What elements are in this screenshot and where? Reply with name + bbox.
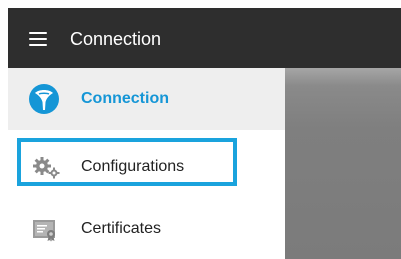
navigation-drawer: Connection Configurations Certificates bbox=[8, 68, 285, 259]
app-bar: Connection bbox=[8, 8, 401, 68]
connection-logo-icon bbox=[29, 84, 59, 114]
content-scrim[interactable] bbox=[285, 68, 401, 259]
app-bar-title: Connection bbox=[70, 29, 162, 49]
drawer-item-label: Connection bbox=[81, 90, 169, 107]
app-window: Connection Connection Configurations Cer… bbox=[8, 8, 401, 259]
drawer-item-label: Certificates bbox=[81, 220, 162, 237]
highlight-box bbox=[17, 138, 237, 186]
certificate-icon bbox=[33, 220, 55, 242]
hamburger-menu-icon[interactable] bbox=[29, 32, 47, 46]
drawer-item-connection[interactable]: Connection bbox=[8, 68, 285, 130]
drawer-item-certificates[interactable]: Certificates bbox=[8, 198, 285, 259]
